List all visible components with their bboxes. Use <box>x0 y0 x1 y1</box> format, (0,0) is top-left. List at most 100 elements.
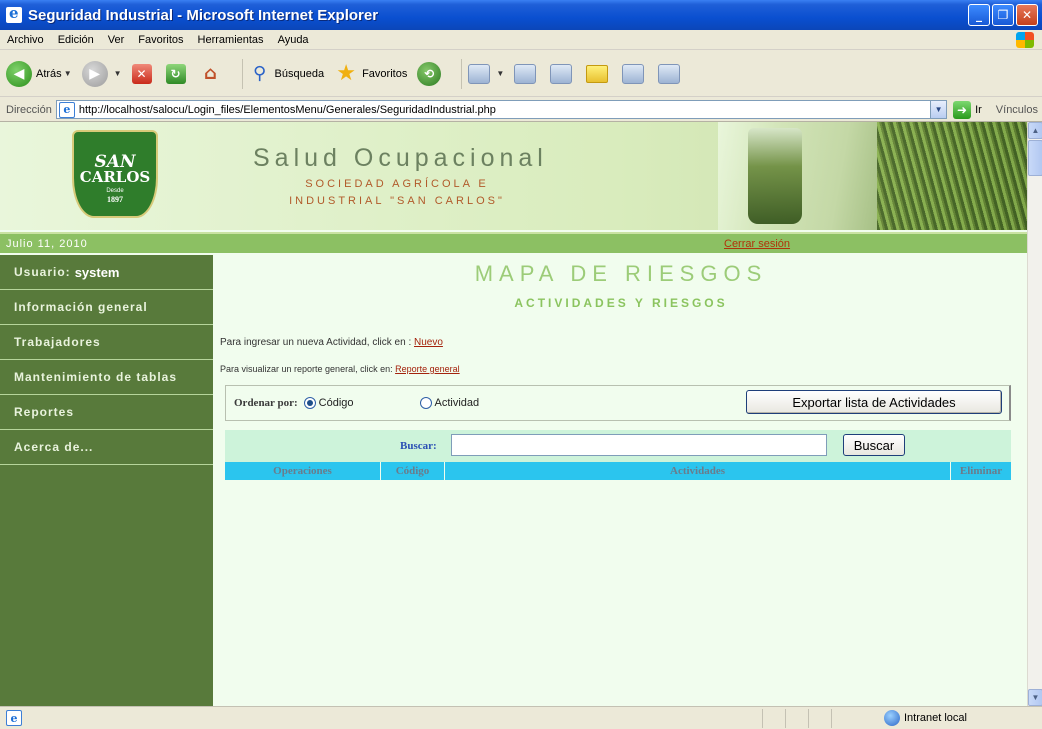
search-input[interactable] <box>451 434 827 456</box>
user-label: Usuario: <box>14 265 71 279</box>
menu-edicion[interactable]: Edición <box>51 34 101 46</box>
history-icon: ⟲ <box>417 61 442 86</box>
column-codigo: Código <box>381 462 445 480</box>
page-status-icon: e <box>6 710 22 726</box>
security-zone-label: Intranet local <box>904 712 967 724</box>
scroll-down-icon[interactable]: ▼ <box>1028 689 1042 706</box>
favorites-button[interactable]: ★ Favoritos <box>334 61 408 86</box>
refresh-icon: ↻ <box>165 63 186 84</box>
browser-viewport: SAN CARLOS Desde 1897 Salud Ocupacional … <box>0 122 1042 706</box>
close-button[interactable]: ✕ <box>1016 4 1038 26</box>
forward-arrow-icon: ▶ <box>81 60 108 87</box>
order-option-codigo[interactable]: Código <box>303 397 354 409</box>
messenger-button[interactable] <box>622 63 648 84</box>
status-bar: e Intranet local <box>0 706 1042 729</box>
home-icon: ⌂ <box>204 63 217 84</box>
new-activity-line: Para ingresar un nueva Actividad, click … <box>220 337 443 348</box>
window-titlebar: Seguridad Industrial - Microsoft Interne… <box>0 0 1042 30</box>
new-activity-link[interactable]: Nuevo <box>414 337 443 348</box>
status-pane <box>808 708 809 728</box>
menu-archivo[interactable]: Archivo <box>0 34 51 46</box>
sidebar-item-mantenimiento[interactable]: Mantenimiento de tablas <box>0 360 213 395</box>
general-report-link[interactable]: Reporte general <box>395 364 460 374</box>
home-button[interactable]: ⌂ <box>200 63 226 84</box>
forward-dropdown-icon[interactable]: ▼ <box>114 69 122 78</box>
minimize-button[interactable]: _ <box>968 4 990 26</box>
wheatgrass-image <box>877 122 1027 230</box>
stop-button[interactable]: ✕ <box>131 63 156 84</box>
radio-codigo[interactable] <box>303 397 316 409</box>
site-subtitle-line2: INDUSTRIAL "SAN CARLOS" <box>289 195 505 207</box>
page-icon: e <box>58 101 75 118</box>
refresh-button[interactable]: ↻ <box>165 63 190 84</box>
toolbar-separator <box>461 58 463 89</box>
site-subtitle: SOCIEDAD AGRÍCOLA E INDUSTRIAL "SAN CARL… <box>272 176 522 210</box>
user-name: system <box>74 264 120 280</box>
forward-button[interactable]: ▶ ▼ <box>81 60 122 87</box>
logout-link[interactable]: Cerrar sesión <box>724 238 790 250</box>
order-option-actividad-label: Actividad <box>434 397 480 409</box>
back-button[interactable]: ◀ Atrás ▼ <box>6 60 72 87</box>
new-activity-text: Para ingresar un nueva Actividad, click … <box>220 337 414 348</box>
menu-herramientas[interactable]: Herramientas <box>191 34 271 46</box>
menu-favoritos[interactable]: Favoritos <box>131 34 190 46</box>
discuss-button[interactable] <box>586 64 612 83</box>
go-button[interactable]: ➜ Ir <box>953 100 982 119</box>
scroll-thumb[interactable] <box>1028 140 1042 176</box>
search-field-label: Buscar: <box>400 440 437 452</box>
date-bar: Julio 11, 2010 Cerrar sesión <box>0 232 1027 253</box>
status-pane <box>831 708 832 728</box>
export-activities-button[interactable]: Exportar lista de Actividades <box>746 390 1002 414</box>
maximize-button[interactable]: ❐ <box>992 4 1014 26</box>
sidebar-item-informacion-general[interactable]: Información general <box>0 290 213 325</box>
go-arrow-icon: ➜ <box>953 100 972 119</box>
sidebar-item-trabajadores[interactable]: Trabajadores <box>0 325 213 360</box>
research-icon <box>658 63 681 84</box>
favorites-label: Favoritos <box>362 67 408 80</box>
search-button[interactable]: ⚲ Búsqueda <box>249 63 325 85</box>
san-carlos-logo: SAN CARLOS Desde 1897 <box>72 130 158 218</box>
site-title: Salud Ocupacional <box>253 144 548 172</box>
toolbar-separator <box>241 58 243 89</box>
report-line: Para visualizar un reporte general, clic… <box>220 364 460 374</box>
mail-icon <box>468 63 491 84</box>
main-content: MAPA DE RIESGOS ACTIVIDADES Y RIESGOS Pa… <box>215 255 1027 706</box>
address-dropdown-icon[interactable]: ▼ <box>930 101 947 118</box>
column-actividades: Actividades <box>445 462 951 480</box>
mail-dropdown-icon[interactable]: ▼ <box>496 69 504 78</box>
scroll-up-icon[interactable]: ▲ <box>1028 122 1042 139</box>
address-input[interactable] <box>78 103 931 116</box>
menu-ayuda[interactable]: Ayuda <box>271 34 316 46</box>
search-label: Búsqueda <box>274 67 325 80</box>
search-submit-button[interactable]: Buscar <box>843 434 905 456</box>
sidebar-item-reportes[interactable]: Reportes <box>0 395 213 430</box>
logo-line2: CARLOS <box>79 168 151 186</box>
browser-toolbar: ◀ Atrás ▼ ▶ ▼ ✕ ↻ ⌂ ⚲ Búsqueda ★ Favorit… <box>0 51 1042 97</box>
address-field[interactable]: e ▼ <box>55 100 948 119</box>
vertical-scrollbar[interactable]: ▲ ▼ <box>1027 122 1042 706</box>
order-option-actividad[interactable]: Actividad <box>419 397 480 409</box>
edit-button[interactable] <box>550 63 576 84</box>
mail-button[interactable]: ▼ <box>468 63 504 84</box>
order-panel: Ordenar por: Código Actividad Exportar l… <box>225 385 1011 421</box>
radio-actividad[interactable] <box>419 397 432 409</box>
order-option-codigo-label: Código <box>318 397 354 409</box>
research-button[interactable] <box>658 63 684 84</box>
back-dropdown-icon[interactable]: ▼ <box>64 69 72 78</box>
folder-icon <box>586 64 609 83</box>
edit-page-icon <box>550 63 573 84</box>
sidebar-user: Usuario: system <box>0 255 213 290</box>
window-title: Seguridad Industrial - Microsoft Interne… <box>28 6 379 24</box>
site-subtitle-line1: SOCIEDAD AGRÍCOLA E <box>305 178 489 190</box>
juice-glass-image <box>748 128 802 224</box>
sidebar-item-acerca[interactable]: Acerca de... <box>0 430 213 465</box>
links-label[interactable]: Vínculos <box>996 104 1038 116</box>
print-button[interactable] <box>514 63 540 84</box>
logo-line3: Desde <box>106 188 124 194</box>
internet-explorer-icon <box>6 4 22 23</box>
messenger-icon <box>622 63 645 84</box>
back-label: Atrás <box>36 67 62 80</box>
menu-ver[interactable]: Ver <box>101 34 132 46</box>
history-button[interactable]: ⟲ <box>417 61 445 86</box>
back-arrow-icon: ◀ <box>6 60 32 87</box>
